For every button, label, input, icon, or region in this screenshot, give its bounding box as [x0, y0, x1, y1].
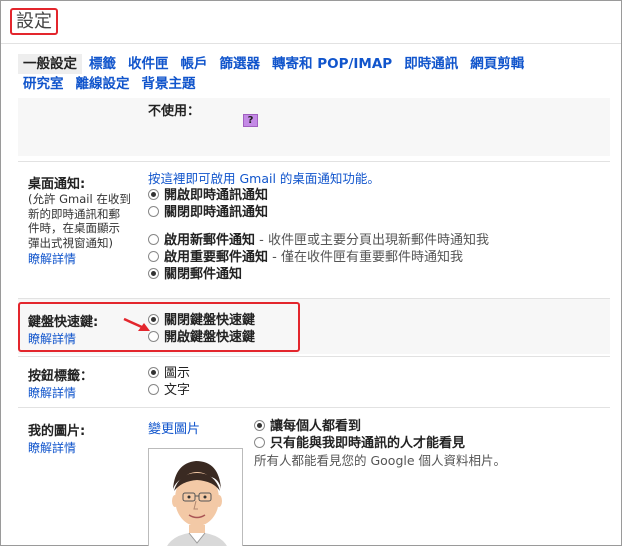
- important-mail-notify-option[interactable]: 啟用重要郵件通知 - 僅在收件匣有重要郵件時通知我: [148, 249, 489, 266]
- desktop-learn-more-link[interactable]: 瞭解詳情: [28, 250, 138, 267]
- tab-general[interactable]: 一般設定: [18, 54, 82, 74]
- my-picture-label: 我的圖片:: [28, 424, 86, 439]
- picture-visible-chat-contacts-option[interactable]: 只有能與我即時通訊的人才能看見: [254, 435, 506, 452]
- tab-chat[interactable]: 即時通訊: [399, 54, 463, 74]
- unused-swatch[interactable]: ?: [243, 114, 258, 127]
- desktop-notifications-section: 桌面通知: (允許 Gmail 在收到 新的即時通訊和郵 件時，在桌面顯示 彈出…: [18, 162, 610, 296]
- icons-option[interactable]: 圖示: [148, 365, 190, 382]
- button-labels-section: 按鈕標籤： 瞭解詳情 圖示 文字: [18, 357, 610, 405]
- picture-visible-everyone-option[interactable]: 讓每個人都看到: [254, 418, 506, 435]
- desktop-notifications-desc-3: 件時，在桌面顯示: [28, 221, 120, 235]
- title-highlight-box: 設定: [10, 8, 58, 35]
- tab-web-clips[interactable]: 網頁剪輯: [465, 54, 529, 74]
- header-divider: [1, 43, 621, 44]
- tab-labs[interactable]: 研究室: [18, 74, 69, 94]
- radio-icon[interactable]: [254, 437, 265, 448]
- tab-filters[interactable]: 篩選器: [215, 54, 266, 74]
- new-mail-notify-option[interactable]: 啟用新郵件通知 - 收件匣或主要分頁出現新郵件時通知我: [148, 232, 489, 249]
- radio-checked-icon[interactable]: [148, 268, 159, 279]
- unused-label: 不使用：: [148, 104, 201, 119]
- button-labels-learn-more-link[interactable]: 瞭解詳情: [28, 384, 138, 401]
- profile-picture[interactable]: [148, 448, 243, 546]
- chat-notify-off-option[interactable]: 關閉即時通訊通知: [148, 204, 489, 221]
- chat-notify-on-option[interactable]: 開啟即時通訊通知: [148, 187, 489, 204]
- radio-icon[interactable]: [148, 384, 159, 395]
- button-labels-label: 按鈕標籤：: [28, 369, 94, 384]
- page-title: 設定: [16, 11, 52, 32]
- radio-icon[interactable]: [148, 206, 159, 217]
- radio-checked-icon[interactable]: [148, 367, 159, 378]
- radio-icon[interactable]: [148, 234, 159, 245]
- enable-desktop-notifications-link[interactable]: 按這裡即可啟用 Gmail 的桌面通知功能。: [148, 170, 489, 187]
- tab-labels[interactable]: 標籤: [84, 54, 121, 74]
- tab-accounts[interactable]: 帳戶: [176, 54, 213, 74]
- tab-offline[interactable]: 離線設定: [71, 74, 135, 94]
- tab-themes[interactable]: 背景主題: [137, 74, 201, 94]
- profile-face-image: [149, 449, 242, 546]
- unused-row: 不使用： ?: [18, 98, 610, 156]
- desktop-notifications-desc-1: (允許 Gmail 在收到: [28, 192, 131, 206]
- shortcuts-highlight-box: [18, 302, 300, 352]
- tab-forwarding[interactable]: 轉寄和 POP/IMAP: [267, 54, 397, 74]
- change-picture-link[interactable]: 變更圖片: [148, 418, 200, 437]
- my-picture-section: 我的圖片: 瞭解詳情 變更圖片 讓每個人都看到 只有能與我即時通訊的人才能看見 …: [18, 408, 610, 546]
- tab-inbox[interactable]: 收件匣: [123, 54, 174, 74]
- desktop-notifications-label: 桌面通知:: [28, 177, 86, 192]
- picture-learn-more-link[interactable]: 瞭解詳情: [28, 439, 138, 456]
- radio-checked-icon[interactable]: [254, 420, 265, 431]
- radio-checked-icon[interactable]: [148, 189, 159, 200]
- picture-visibility-note: 所有人都能看見您的 Google 個人資料相片。: [254, 453, 507, 468]
- radio-icon[interactable]: [148, 251, 159, 262]
- text-option[interactable]: 文字: [148, 382, 190, 399]
- mail-notify-off-option[interactable]: 關閉郵件通知: [148, 266, 489, 283]
- desktop-notifications-desc-4: 彈出式視窗通知): [28, 235, 113, 250]
- settings-tabs: 一般設定 標籤 收件匣 帳戶 篩選器 轉寄和 POP/IMAP 即時通訊 網頁剪輯 研究室 離線…: [18, 54, 608, 94]
- desktop-notifications-desc-2: 新的即時通訊和郵: [28, 206, 120, 221]
